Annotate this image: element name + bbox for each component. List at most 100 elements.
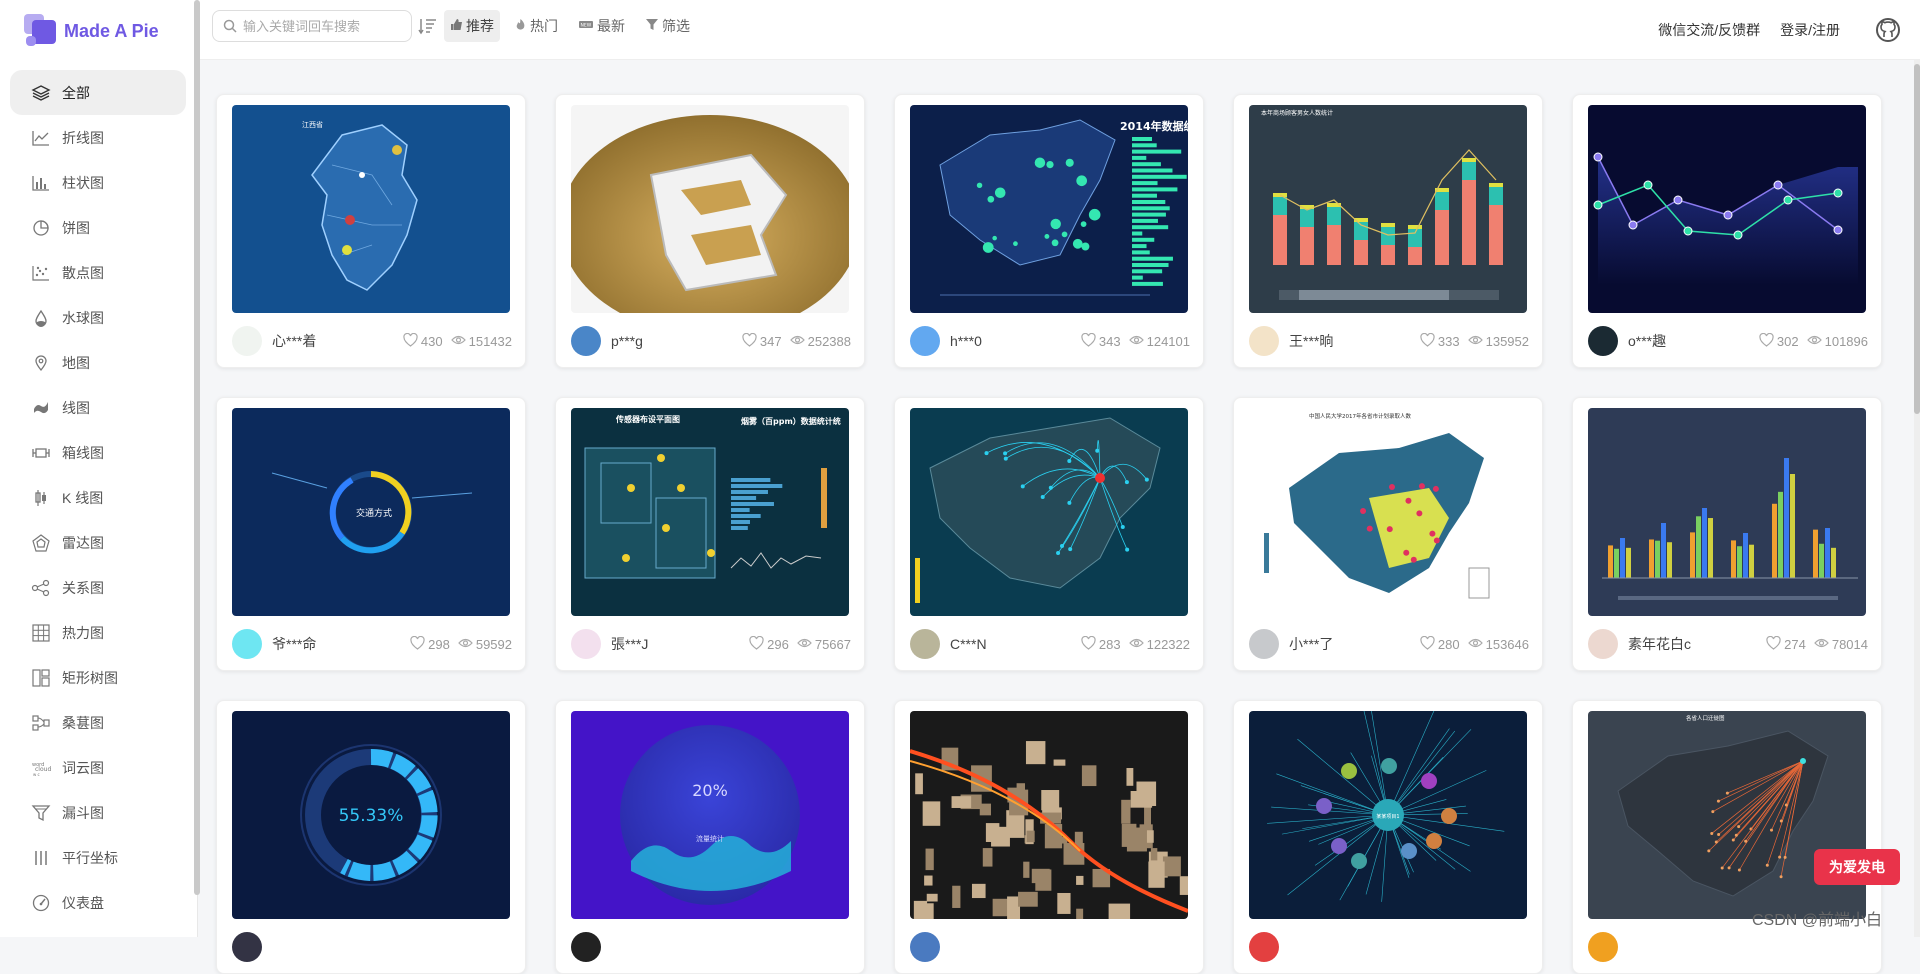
search-box[interactable] (212, 10, 412, 42)
donate-button[interactable]: 为爱发电 (1814, 849, 1900, 885)
sidebar-item-candlestick[interactable]: K 线图 (10, 475, 186, 520)
sidebar-item-graph[interactable]: 关系图 (10, 565, 186, 610)
avatar[interactable] (232, 326, 262, 356)
like-count[interactable]: 333 (1420, 332, 1460, 350)
sidebar-item-scatter-chart[interactable]: 散点图 (10, 250, 186, 295)
author-name[interactable]: 王***晌 (1289, 331, 1420, 351)
sidebar-item-lines[interactable]: 线图 (10, 385, 186, 430)
card-meta: 張***J 296 75667 (571, 628, 851, 660)
chart-thumbnail[interactable]: 江西省 (232, 105, 510, 313)
sidebar-item-gauge[interactable]: 仪表盘 (10, 880, 186, 925)
author-name[interactable]: C***N (950, 636, 1081, 652)
chart-card[interactable]: C***N 283 122322 (894, 397, 1204, 671)
search-input[interactable] (243, 18, 403, 34)
like-count[interactable]: 283 (1081, 635, 1121, 653)
like-count[interactable]: 343 (1081, 332, 1121, 350)
sidebar-item-liquid-drop[interactable]: 水球图 (10, 295, 186, 340)
feedback-link[interactable]: 微信交流/反馈群 (1658, 20, 1760, 40)
svg-text:流量统计: 流量统计 (696, 834, 724, 843)
login-link[interactable]: 登录/注册 (1780, 20, 1840, 40)
avatar[interactable] (1249, 629, 1279, 659)
chart-card[interactable]: 传感器布设平面图 烟雾（百ppm）数据统计统張***J 296 75667 (555, 397, 865, 671)
like-count[interactable]: 430 (403, 332, 443, 350)
heart-icon (1766, 635, 1781, 653)
like-count[interactable]: 347 (742, 332, 782, 350)
chart-card[interactable]: 素年花白c 274 78014 (1572, 397, 1882, 671)
like-count[interactable]: 274 (1766, 635, 1806, 653)
sort-icon[interactable] (418, 16, 438, 36)
avatar[interactable] (910, 326, 940, 356)
page-scrollbar[interactable] (1914, 60, 1920, 937)
chart-thumbnail[interactable] (571, 105, 849, 313)
chart-card[interactable]: o***趣 302 101896 (1572, 94, 1882, 368)
chart-card[interactable]: 交通方式 爷***命 298 59592 (216, 397, 526, 671)
sidebar-item-radar[interactable]: 雷达图 (10, 520, 186, 565)
chart-thumbnail[interactable] (1588, 408, 1866, 616)
sidebar-item-funnel[interactable]: 漏斗图 (10, 790, 186, 835)
chart-thumbnail[interactable] (1588, 105, 1866, 313)
chart-card[interactable]: 20% 流量统计 (555, 700, 865, 974)
filter-thumb-up[interactable]: 推荐 (444, 10, 500, 42)
chart-thumbnail[interactable]: 各省人口迁徙图 (1588, 711, 1866, 919)
author-name[interactable]: 爷***命 (272, 634, 410, 654)
chart-thumbnail[interactable]: 20% 流量统计 (571, 711, 849, 919)
sidebar-item-sankey[interactable]: 桑葚图 (10, 700, 186, 745)
chart-card[interactable]: 江西省 心***着 430 151432 (216, 94, 526, 368)
chart-card[interactable]: 中国人民大学2017年各省市计划录取人数 小***了 280 153646 (1233, 397, 1543, 671)
sidebar-item-bar-chart[interactable]: 柱状图 (10, 160, 186, 205)
avatar[interactable] (1249, 326, 1279, 356)
filter-flame[interactable]: 热门 (508, 10, 564, 42)
sidebar-item-boxplot[interactable]: 箱线图 (10, 430, 186, 475)
author-name[interactable]: 素年花白c (1628, 634, 1766, 654)
like-count[interactable]: 298 (410, 635, 450, 653)
chart-thumbnail[interactable] (910, 408, 1188, 616)
author-name[interactable]: o***趣 (1628, 331, 1759, 351)
chart-card[interactable]: p***g 347 252388 (555, 94, 865, 368)
chart-card[interactable]: 各省人口迁徙图 (1572, 700, 1882, 974)
like-count[interactable]: 280 (1420, 635, 1460, 653)
chart-card[interactable]: 2014年数据统 h***0 343 124101 (894, 94, 1204, 368)
sidebar-item-parallel[interactable]: 平行坐标 (10, 835, 186, 880)
sidebar-item-layers[interactable]: 全部 (10, 70, 186, 115)
chart-thumbnail[interactable] (910, 711, 1188, 919)
author-name[interactable]: h***0 (950, 333, 1081, 349)
avatar[interactable] (1588, 326, 1618, 356)
sidebar-item-pie-chart[interactable]: 饼图 (10, 205, 186, 250)
chart-thumbnail[interactable]: 交通方式 (232, 408, 510, 616)
sidebar-item-label: 关系图 (62, 579, 104, 596)
chart-thumbnail[interactable]: 2014年数据统 (910, 105, 1188, 313)
chart-thumbnail[interactable]: 本年商场顾客男女人数统计 (1249, 105, 1527, 313)
chart-card[interactable]: 本年商场顾客男女人数统计 王***晌 333 135952 (1233, 94, 1543, 368)
chart-thumbnail[interactable]: 传感器布设平面图 烟雾（百ppm）数据统计统 (571, 408, 849, 616)
avatar[interactable] (571, 326, 601, 356)
author-name[interactable]: 小***了 (1289, 634, 1420, 654)
logo[interactable]: Made A Pie (24, 14, 159, 48)
like-count[interactable]: 302 (1759, 332, 1799, 350)
sidebar-item-map-pin[interactable]: 地图 (10, 340, 186, 385)
avatar[interactable] (910, 629, 940, 659)
chart-thumbnail[interactable]: 55.33% (232, 711, 510, 919)
sidebar-item-wordcloud[interactable]: word cloud w c 词云图 (10, 745, 186, 790)
view-count: 252388 (789, 333, 851, 350)
card-stats: 347 252388 (742, 332, 851, 350)
author-name[interactable]: 張***J (611, 634, 749, 654)
sidebar-item-label: 线图 (62, 399, 90, 416)
sidebar-item-line-chart[interactable]: 折线图 (10, 115, 186, 160)
chart-card[interactable]: 某某项目1 (1233, 700, 1543, 974)
author-name[interactable]: p***g (611, 333, 742, 349)
chart-card[interactable]: 55.33% (216, 700, 526, 974)
like-count[interactable]: 296 (749, 635, 789, 653)
chart-card[interactable] (894, 700, 1204, 974)
avatar[interactable] (232, 629, 262, 659)
sidebar-scrollbar[interactable] (194, 0, 200, 895)
author-name[interactable]: 心***着 (272, 331, 403, 351)
filter-new-badge[interactable]: NEW 最新 (572, 10, 631, 42)
filter-filter[interactable]: 筛选 (639, 10, 696, 42)
github-icon[interactable] (1876, 18, 1900, 42)
avatar[interactable] (571, 629, 601, 659)
chart-thumbnail[interactable]: 某某项目1 (1249, 711, 1527, 919)
sidebar-item-heatmap[interactable]: 热力图 (10, 610, 186, 655)
avatar[interactable] (1588, 629, 1618, 659)
sidebar-item-treemap[interactable]: 矩形树图 (10, 655, 186, 700)
chart-thumbnail[interactable]: 中国人民大学2017年各省市计划录取人数 (1249, 408, 1527, 616)
